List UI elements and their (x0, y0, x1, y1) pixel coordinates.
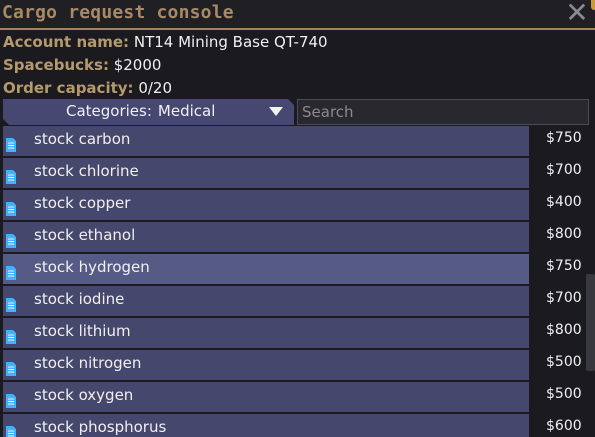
order-capacity-value: 0/20 (138, 79, 173, 97)
document-icon (6, 234, 16, 248)
item-name: stock phosphorus (34, 418, 167, 436)
document-icon (6, 170, 16, 184)
item-name: stock oxygen (34, 386, 134, 404)
product-list[interactable]: stock carbon $750 stock chlorine $700 stock … (0, 126, 595, 437)
account-name-value: NT14 Mining Base QT-740 (133, 33, 328, 51)
item-price: $750 (546, 130, 582, 146)
item-name: stock iodine (34, 290, 125, 308)
categories-dropdown-text: Categories: Medical (66, 102, 215, 120)
list-item[interactable]: stock lithium (3, 318, 529, 348)
item-price: $800 (546, 226, 582, 242)
triangle-down-icon (269, 107, 283, 116)
item-price: $500 (546, 386, 582, 402)
categories-dropdown[interactable]: Categories: Medical (3, 99, 294, 125)
document-icon (6, 266, 16, 280)
item-name: stock hydrogen (34, 258, 150, 276)
account-name-row: Account name: NT14 Mining Base QT-740 (3, 32, 328, 52)
list-item[interactable]: stock hydrogen (3, 254, 529, 284)
document-icon (6, 394, 16, 408)
item-price: $400 (546, 194, 582, 210)
item-name: stock chlorine (34, 162, 139, 180)
item-price: $700 (546, 162, 582, 178)
document-icon (6, 202, 16, 216)
document-icon (6, 362, 16, 376)
document-icon (6, 330, 16, 344)
window-title: Cargo request console (2, 2, 234, 23)
document-icon (6, 298, 16, 312)
item-name: stock lithium (34, 322, 131, 340)
list-item[interactable]: stock chlorine (3, 158, 529, 188)
document-icon (6, 426, 16, 437)
item-price: $600 (546, 418, 582, 434)
list-item[interactable]: stock nitrogen (3, 350, 529, 380)
list-scrollbar[interactable] (586, 274, 595, 371)
document-icon (6, 138, 16, 152)
list-item[interactable]: stock iodine (3, 286, 529, 316)
corner-accent (591, 0, 595, 10)
categories-label: Categories: (66, 102, 152, 120)
item-name: stock ethanol (34, 226, 136, 244)
item-price: $500 (546, 354, 582, 370)
categories-selected: Medical (157, 102, 216, 120)
item-name: stock carbon (34, 130, 131, 148)
account-name-label: Account name: (3, 33, 130, 51)
close-icon[interactable]: ✕ (565, 0, 589, 27)
item-price: $750 (546, 258, 582, 274)
order-capacity-label: Order capacity: (3, 79, 134, 97)
spacebucks-label: Spacebucks: (3, 56, 109, 74)
spacebucks-value: $2000 (113, 56, 162, 74)
list-item[interactable]: stock phosphorus (3, 414, 529, 437)
item-name: stock copper (34, 194, 131, 212)
list-item[interactable]: stock ethanol (3, 222, 529, 252)
item-name: stock nitrogen (34, 354, 142, 372)
item-price: $800 (546, 322, 582, 338)
list-item[interactable]: stock oxygen (3, 382, 529, 412)
order-capacity-row: Order capacity: 0/20 (3, 78, 172, 98)
list-item[interactable]: stock carbon (3, 126, 529, 156)
search-input[interactable] (297, 99, 589, 125)
spacebucks-row: Spacebucks: $2000 (3, 55, 161, 75)
title-bar[interactable]: Cargo request console ✕ (0, 0, 595, 30)
list-item[interactable]: stock copper (3, 190, 529, 220)
item-price: $700 (546, 290, 582, 306)
